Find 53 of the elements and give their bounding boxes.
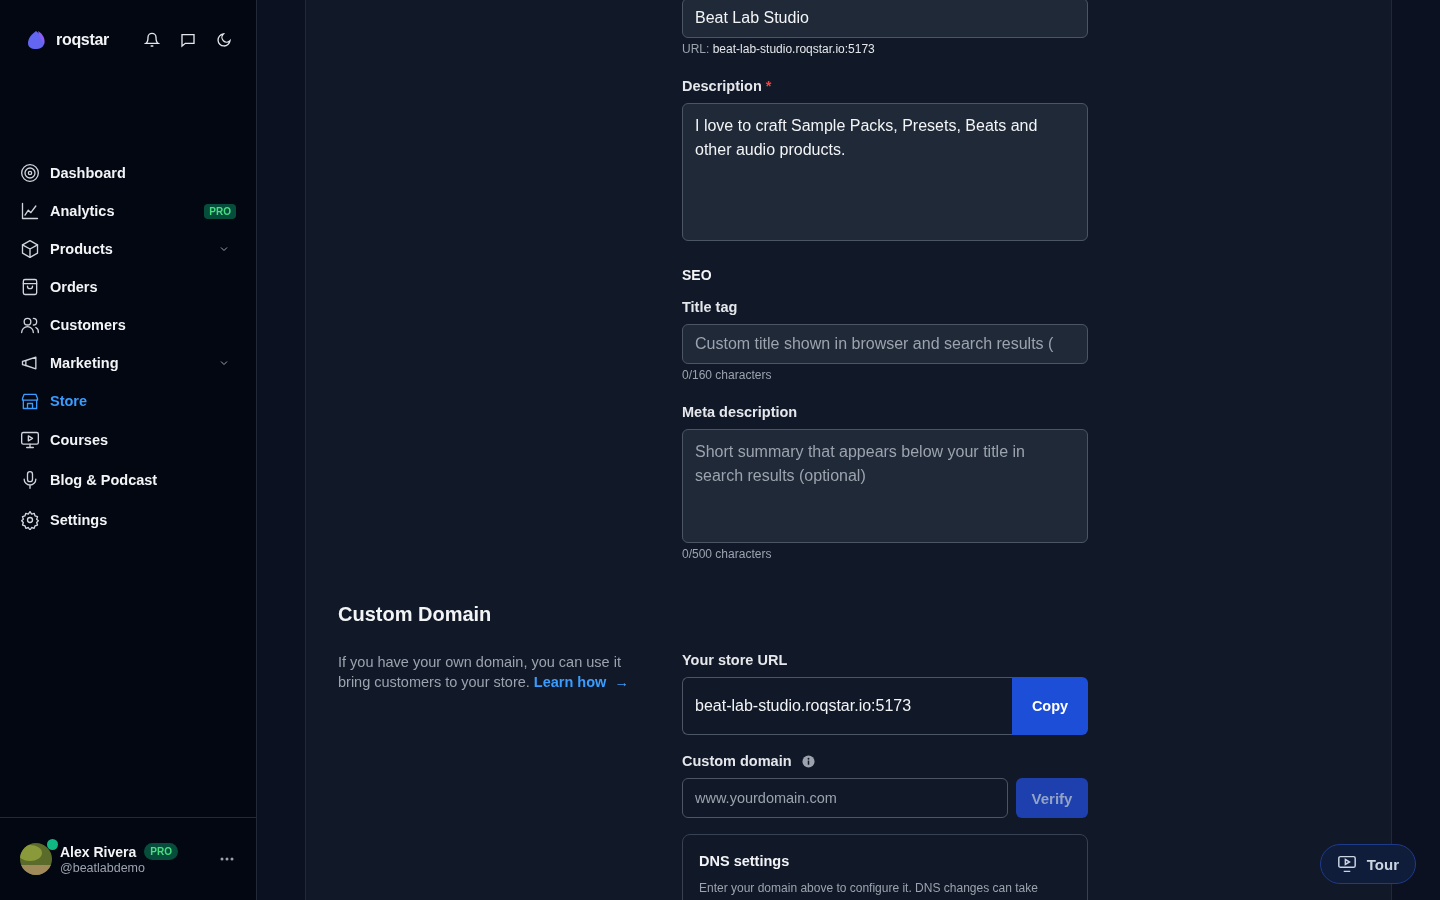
sidebar-item[interactable]: Store	[20, 382, 236, 420]
notification-bell-icon[interactable]	[144, 32, 160, 48]
pro-badge: PRO	[144, 843, 178, 860]
monitor-play-icon	[20, 430, 40, 450]
info-icon	[801, 754, 815, 768]
users-icon	[20, 315, 40, 335]
store-name-field[interactable]: Beat Lab Studio	[682, 0, 1088, 38]
learn-how-link[interactable]: Learn how →	[533, 674, 629, 690]
custom-domain-field[interactable]: www.yourdomain.com	[682, 778, 1008, 818]
settings-icon	[20, 510, 40, 530]
more-options-icon[interactable]	[220, 857, 234, 861]
sidebar-item[interactable]: Marketing	[20, 344, 236, 382]
line-chart-icon	[20, 201, 40, 221]
description-label: Description *	[682, 78, 772, 94]
sidebar-item[interactable]: Settings	[20, 500, 236, 540]
custom-domain-description: If you have your own domain, you can use it bring customers to your store. Learn how →	[338, 653, 630, 692]
dns-settings-text: Enter your domain above to configure it. DNS changes can take	[699, 881, 1039, 895]
section-heading: Custom Domain	[338, 603, 492, 625]
cube-icon	[20, 239, 40, 259]
sidebar-item[interactable]: Orders	[20, 268, 236, 306]
moon-icon[interactable]	[216, 32, 232, 48]
shopping-bag-icon	[20, 277, 40, 297]
dns-settings-title: DNS settings	[699, 853, 791, 869]
avatar	[20, 843, 52, 875]
store-url-field[interactable]: beat-lab-studio.roqstar.io:5173	[682, 677, 1012, 735]
brand-name: roqstar	[56, 31, 110, 49]
logo-icon	[25, 30, 47, 50]
target-icon	[20, 163, 40, 183]
sidebar-item[interactable]: Analytics PRO	[20, 192, 236, 230]
sidebar-item[interactable]: Dashboard	[20, 154, 236, 192]
url-hint: URL: beat-lab-studio.roqstar.io:5173	[682, 42, 875, 56]
seo-heading: SEO	[682, 267, 713, 283]
sidebar-item[interactable]: Customers	[20, 306, 236, 344]
title-tag-label: Title tag	[682, 299, 738, 315]
meta-description-label: Meta description	[682, 404, 798, 420]
user-name: Alex Rivera	[60, 843, 137, 860]
storefront-icon	[20, 391, 40, 411]
store-url-label: Your store URL	[682, 652, 788, 668]
tour-button[interactable]: Tour	[1319, 844, 1416, 884]
sidebar-item[interactable]: Courses	[20, 420, 236, 460]
title-tag-field[interactable]: Custom title shown in browser and search results (	[682, 324, 1088, 364]
meta-description-textarea[interactable]: Short summary that appears below your title in search results (optional)	[682, 429, 1088, 543]
copy-button[interactable]: Copy	[1012, 677, 1088, 735]
sidebar-item[interactable]: Blog & Podcast	[20, 460, 236, 500]
chat-icon[interactable]	[180, 32, 196, 48]
user-handle: @beatlabdemo	[60, 861, 146, 875]
description-textarea[interactable]: I love to craft Sample Packs, Presets, Beats and other audio products.	[682, 103, 1088, 241]
pro-badge: PRO	[204, 203, 236, 219]
character-count: 0/160 characters	[682, 368, 772, 382]
sidebar-item[interactable]: Products	[20, 230, 236, 268]
monitor-play-icon	[1336, 855, 1357, 873]
character-count: 0/500 characters	[682, 547, 772, 561]
custom-domain-label: Custom domain	[682, 753, 792, 769]
